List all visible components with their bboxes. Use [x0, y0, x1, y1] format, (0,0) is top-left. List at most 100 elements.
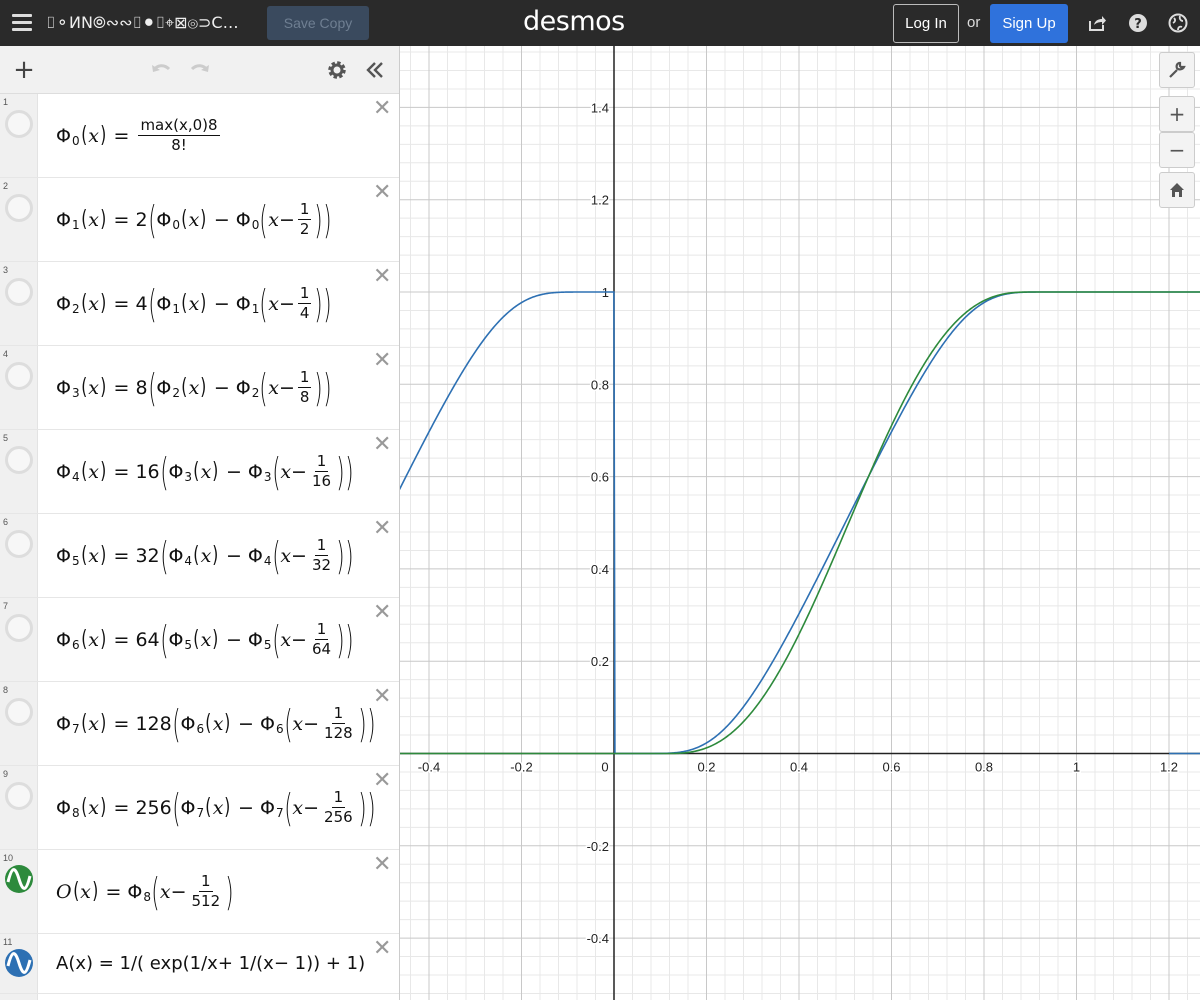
hidden-toggle-icon[interactable]: [5, 530, 33, 558]
fraction-numerator: max(x,0)8: [138, 116, 220, 136]
subscript: 6: [196, 721, 205, 736]
hidden-toggle-icon[interactable]: [5, 446, 33, 474]
expression-formula[interactable]: Φ 0(x) = max(x,0)8 8!: [56, 94, 223, 177]
expression-formula[interactable]: Φ 4(x) = 16(Φ 3(x) − Φ 3(x −1 16)): [56, 430, 354, 513]
expression-formula[interactable]: Φ 1(x) = 2(Φ 0(x) − Φ 0(x −1 2)): [56, 178, 332, 261]
expression-gutter: 2: [0, 178, 38, 261]
expression-formula[interactable]: Φ 6(x) = 64(Φ 5(x) − Φ 5(x −1 64)): [56, 598, 354, 681]
expression-formula[interactable]: Φ 8(x) = 256(Φ 7(x) − Φ 7(x −1 256)): [56, 766, 375, 849]
expression-row[interactable]: 9 Φ 8(x) = 256(Φ 7(x) − Φ 7(x −1 256)) ✕: [0, 766, 399, 850]
collapse-panel-icon[interactable]: [363, 58, 387, 82]
expression-formula[interactable]: O(x) = Φ 8 (x −1 512): [56, 850, 234, 933]
delete-expression-icon[interactable]: ✕: [373, 434, 391, 456]
hidden-toggle-icon[interactable]: [5, 614, 33, 642]
expression-row[interactable]: 10 O(x) = Φ 8 (x −1 512) ✕: [0, 850, 399, 934]
delete-expression-icon[interactable]: ✕: [373, 518, 391, 540]
new-expression-row[interactable]: [0, 994, 399, 1000]
expression-row[interactable]: 11 A(x) = 1/( exp(1/x+ 1/(x− 1)) + 1) ✕: [0, 934, 399, 994]
fraction: 14: [297, 285, 312, 322]
delete-expression-icon[interactable]: ✕: [373, 98, 391, 120]
hidden-toggle-icon[interactable]: [5, 698, 33, 726]
expression-formula[interactable]: Φ 2(x) = 4(Φ 1(x) − Φ 1(x −1 4)): [56, 262, 332, 345]
hidden-toggle-icon[interactable]: [5, 194, 33, 222]
expression-formula[interactable]: Φ 7(x) = 128(Φ 6(x) − Φ 6(x −1 128)): [56, 682, 375, 765]
zoom-out-icon[interactable]: −: [1159, 132, 1195, 168]
expression-number: 2: [3, 181, 9, 191]
expression-row[interactable]: 2 Φ 1(x) = 2(Φ 0(x) − Φ 0(x −1 2)) ✕: [0, 178, 399, 262]
redo-icon[interactable]: [188, 58, 212, 82]
log-in-button[interactable]: Log In: [893, 4, 959, 43]
expression-toolbar: +: [0, 46, 399, 94]
expression-gutter: 11: [0, 934, 38, 993]
expression-row[interactable]: 1 Φ 0(x) = max(x,0)8 8! ✕: [0, 94, 399, 178]
graph-title[interactable]: ⌷⚬ИN⦾∾∾⌷⚫⌷⌖⊠⦾⊃C…: [46, 13, 239, 33]
delete-expression-icon[interactable]: ✕: [373, 350, 391, 372]
delete-expression-icon[interactable]: ✕: [373, 602, 391, 624]
fraction: 12: [297, 200, 312, 238]
delete-expression-icon[interactable]: ✕: [373, 182, 391, 204]
save-copy-button[interactable]: Save Copy: [267, 6, 369, 40]
delete-expression-icon[interactable]: ✕: [373, 770, 391, 792]
subscript: 4: [184, 553, 193, 568]
subscript: 7: [71, 721, 80, 736]
svg-text:?: ?: [1134, 17, 1142, 32]
graph-color-toggle-icon[interactable]: [4, 948, 34, 978]
expression-row[interactable]: 3 Φ 2(x) = 4(Φ 1(x) − Φ 1(x −1 4)) ✕: [0, 262, 399, 346]
expression-formula[interactable]: Φ 3(x) = 8(Φ 2(x) − Φ 2(x −1 8)): [56, 346, 332, 429]
fraction: 1 64: [310, 621, 333, 658]
y-tick-label: 0.6: [591, 470, 609, 485]
expression-gutter: 8: [0, 682, 38, 765]
graph-canvas[interactable]: -0.4 -0.2 0 0.2 0.4 0.6 0.8 1 1.21.41.210.80.60.…: [400, 46, 1200, 1000]
function-name: O: [56, 880, 72, 903]
desmos-logo: desmos: [523, 6, 625, 37]
expression-gutter: 1: [0, 94, 38, 177]
hidden-toggle-icon[interactable]: [5, 110, 33, 138]
share-icon[interactable]: [1087, 13, 1107, 33]
coefficient: 64: [135, 628, 160, 651]
expression-gutter: 4: [0, 346, 38, 429]
fraction: 1 128: [322, 705, 355, 742]
expression-row[interactable]: 6 Φ 5(x) = 32(Φ 4(x) − Φ 4(x −1 32)) ✕: [0, 514, 399, 598]
globe-icon[interactable]: [1168, 13, 1188, 33]
expression-number: 8: [3, 685, 9, 695]
sign-up-button[interactable]: Sign Up: [990, 4, 1068, 43]
menu-icon[interactable]: [12, 14, 32, 32]
coefficient: 2: [135, 208, 148, 231]
y-tick-label: 0.2: [591, 654, 609, 669]
delete-expression-icon[interactable]: ✕: [373, 266, 391, 288]
subscript: 0: [71, 133, 80, 148]
hidden-toggle-icon[interactable]: [5, 362, 33, 390]
add-expression-icon[interactable]: +: [12, 55, 36, 85]
undo-icon[interactable]: [149, 58, 173, 82]
expression-row[interactable]: 8 Φ 7(x) = 128(Φ 6(x) − Φ 6(x −1 128)) ✕: [0, 682, 399, 766]
expression-row[interactable]: 7 Φ 6(x) = 64(Φ 5(x) − Φ 5(x −1 64)) ✕: [0, 598, 399, 682]
help-icon[interactable]: ?: [1128, 13, 1148, 33]
delete-expression-icon[interactable]: ✕: [373, 854, 391, 876]
zoom-in-icon[interactable]: +: [1159, 96, 1195, 132]
fraction-numerator: 1: [297, 200, 312, 220]
graph-settings-wrench-icon[interactable]: [1159, 52, 1195, 88]
home-icon[interactable]: [1159, 172, 1195, 208]
curve-O[interactable]: [400, 291, 1200, 755]
fraction-numerator: 1: [297, 368, 312, 388]
hidden-toggle-icon[interactable]: [5, 278, 33, 306]
graph-color-toggle-icon[interactable]: [4, 864, 34, 894]
hidden-toggle-icon[interactable]: [5, 782, 33, 810]
curve-A[interactable]: [400, 291, 1200, 755]
expression-number: 3: [3, 265, 9, 275]
expression-row[interactable]: 4 Φ 3(x) = 8(Φ 2(x) − Φ 2(x −1 8)) ✕: [0, 346, 399, 430]
delete-expression-icon[interactable]: ✕: [373, 938, 391, 960]
x-tick-label: 1: [1073, 760, 1080, 775]
fraction-denominator: 256: [324, 808, 353, 826]
delete-expression-icon[interactable]: ✕: [373, 686, 391, 708]
settings-gear-icon[interactable]: [325, 58, 349, 82]
coefficient: 16: [135, 460, 160, 483]
x-tick-label: 0.8: [975, 760, 993, 775]
expression-formula[interactable]: Φ 5(x) = 32(Φ 4(x) − Φ 4(x −1 32)): [56, 514, 354, 597]
expression-formula[interactable]: A(x) = 1/( exp(1/x+ 1/(x− 1)) + 1): [56, 934, 365, 993]
coefficient: 256: [135, 796, 172, 819]
y-tick-label: 1.4: [591, 100, 609, 115]
expression-row[interactable]: 5 Φ 4(x) = 16(Φ 3(x) − Φ 3(x −1 16)) ✕: [0, 430, 399, 514]
fraction-numerator: 1: [314, 452, 329, 472]
subscript: 4: [71, 469, 80, 484]
